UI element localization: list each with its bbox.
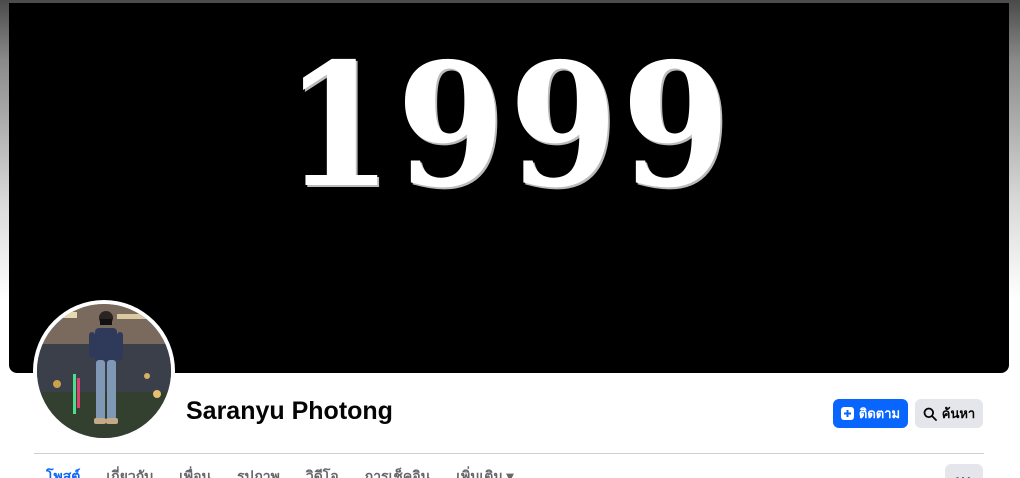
search-icon — [923, 407, 937, 421]
search-button[interactable]: ค้นหา — [915, 399, 983, 428]
tab-friends[interactable]: เพื่อน — [179, 466, 211, 478]
follow-button[interactable]: ติดตาม — [833, 399, 908, 428]
profile-tabs: โพสต์ เกี่ยวกับ เพื่อน รูปภาพ วิดีโอ การ… — [46, 466, 539, 478]
cover-photo[interactable]: 1999 — [9, 3, 1009, 373]
more-options-button[interactable]: ··· — [945, 464, 983, 478]
profile-page: 1999 Saranyu Photong ติดตาม ค้นหา โพสต์ … — [0, 0, 1020, 478]
tab-photos[interactable]: รูปภาพ — [237, 466, 280, 478]
tab-videos[interactable]: วิดีโอ — [306, 466, 339, 478]
follow-button-label: ติดตาม — [858, 406, 901, 421]
tab-posts[interactable]: โพสต์ — [46, 466, 80, 478]
profile-name: Saranyu Photong — [186, 397, 393, 425]
search-button-label: ค้นหา — [941, 406, 976, 421]
tab-about[interactable]: เกี่ยวกับ — [106, 466, 153, 478]
tab-more[interactable]: เพิ่มเติม ▾ — [456, 466, 513, 478]
cover-photo-text: 1999 — [283, 26, 735, 226]
tab-checkins[interactable]: การเช็คอิน — [365, 466, 431, 478]
more-options-icon: ··· — [955, 470, 973, 478]
avatar-photo — [37, 304, 171, 438]
follow-plus-icon — [840, 407, 854, 420]
header-divider — [34, 453, 984, 454]
avatar[interactable] — [37, 304, 171, 438]
